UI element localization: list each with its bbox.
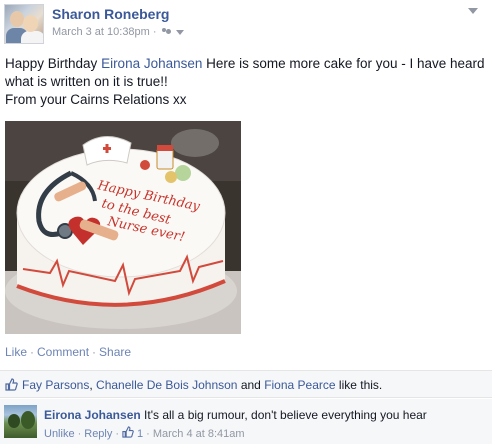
comment-separator: · (77, 427, 82, 440)
commenter-avatar[interactable] (4, 405, 37, 438)
actions-separator: · (92, 345, 97, 359)
share-link[interactable]: Share (99, 345, 131, 359)
liker-link[interactable]: Chanelle De Bois Johnson (96, 378, 237, 392)
like-link[interactable]: Like (5, 345, 27, 359)
likes-text: Fay Parsons, Chanelle De Bois Johnson an… (22, 378, 382, 392)
unlike-link[interactable]: Unlike (44, 428, 75, 440)
comment-meta: Unlike · Reply · 1 · March 4 at 8:41am (44, 426, 245, 441)
comment-text: It's all a big rumour, don't believe eve… (144, 408, 427, 422)
comment-separator: · (115, 427, 120, 440)
chevron-down-icon[interactable] (468, 8, 478, 14)
thumbs-up-icon (5, 378, 18, 396)
tagged-user-link[interactable]: Eirona Johansen (101, 56, 202, 71)
post-meta: March 3 at 10:38pm · (52, 26, 184, 38)
likes-summary: Fay Parsons, Chanelle De Bois Johnson an… (0, 370, 492, 398)
message-text-before: Happy Birthday (5, 56, 102, 71)
meta-separator: · (152, 26, 157, 38)
actions-separator: · (30, 345, 35, 359)
author-name-link[interactable]: Sharon Roneberg (52, 6, 169, 22)
liker-link[interactable]: Fay Parsons (22, 378, 89, 392)
thumbs-up-icon (122, 426, 134, 441)
comment-like-count[interactable]: 1 (137, 428, 143, 440)
post-header: Sharon Roneberg March 3 at 10:38pm · (4, 4, 488, 44)
post-photo[interactable]: Happy Birthday to the best Nurse ever! (5, 121, 241, 334)
facebook-post: Sharon Roneberg March 3 at 10:38pm · Hap… (0, 0, 492, 444)
reply-link[interactable]: Reply (84, 428, 112, 440)
commenter-name-link[interactable]: Eirona Johansen (44, 408, 141, 422)
author-avatar[interactable] (4, 4, 44, 44)
post-timestamp-link[interactable]: March 3 at 10:38pm (52, 26, 150, 38)
likes-comma: , (89, 378, 93, 392)
privacy-caret-icon[interactable] (175, 29, 184, 35)
likes-suffix: like this. (338, 378, 383, 392)
post-actions: Like · Comment · Share (5, 345, 131, 359)
liker-link[interactable]: Fiona Pearce (264, 378, 335, 392)
comment-link[interactable]: Comment (37, 345, 89, 359)
comment-timestamp-link[interactable]: March 4 at 8:41am (153, 428, 245, 440)
cake-photo-illustration: Happy Birthday to the best Nurse ever! (5, 121, 241, 334)
comment: Eirona Johansen It's all a big rumour, d… (0, 399, 492, 444)
comment-body: Eirona Johansen It's all a big rumour, d… (44, 408, 427, 422)
likes-and: and (240, 378, 261, 392)
message-text-line2: From your Cairns Relations xx (5, 92, 187, 107)
post-message: Happy Birthday Eirona Johansen Here is s… (5, 55, 485, 109)
friends-icon[interactable] (161, 27, 172, 37)
comment-separator: · (146, 427, 150, 440)
